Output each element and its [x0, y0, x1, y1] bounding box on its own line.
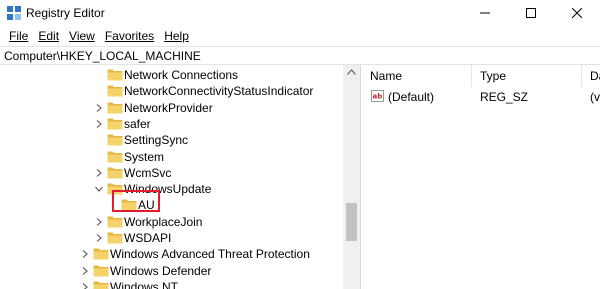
- menu-edit[interactable]: Edit: [33, 29, 64, 43]
- registry-editor-icon: [7, 6, 21, 20]
- chevron-right-icon[interactable]: [94, 217, 104, 227]
- folder-icon: [107, 134, 123, 146]
- chevron-down-icon[interactable]: [94, 184, 104, 194]
- tree-node[interactable]: Windows Defender: [0, 263, 343, 279]
- tree-node-label: Windows Advanced Threat Protection: [110, 247, 310, 262]
- address-bar[interactable]: Computer\HKEY_LOCAL_MACHINE: [0, 46, 600, 65]
- tree-node[interactable]: WindowsUpdate: [0, 181, 343, 197]
- tree-node-label: WSDAPI: [124, 231, 172, 245]
- folder-icon: [107, 85, 123, 97]
- menu-favorites[interactable]: Favorites: [100, 29, 159, 43]
- tree-node[interactable]: WorkplaceJoin: [0, 214, 343, 230]
- column-header-type-label: Type: [480, 69, 507, 83]
- value-type: REG_SZ: [480, 90, 529, 104]
- tree-node[interactable]: AU: [0, 197, 343, 213]
- folder-icon: [107, 232, 123, 244]
- minimize-icon: [480, 12, 490, 14]
- menu-edit-label: Edit: [38, 29, 60, 43]
- menu-view[interactable]: View: [64, 29, 100, 43]
- column-header-data[interactable]: Da: [582, 65, 600, 87]
- tree-node-label: safer: [124, 116, 151, 131]
- menu-file[interactable]: File: [4, 29, 33, 43]
- tree-node[interactable]: WcmSvc: [0, 165, 343, 181]
- column-header-type[interactable]: Type: [472, 65, 582, 87]
- chevron-right-icon[interactable]: [94, 103, 104, 113]
- tree-node-label: Windows Defender: [110, 263, 212, 278]
- tree-node-label: NetworkConnectivityStatusIndicator: [124, 84, 314, 99]
- minimize-button[interactable]: [462, 0, 508, 26]
- tree-node[interactable]: NetworkConnectivityStatusIndicator: [0, 83, 343, 99]
- tree-node-label: WcmSvc: [124, 165, 172, 180]
- value-name: (Default): [388, 90, 435, 104]
- chevron-right-icon[interactable]: [80, 266, 90, 276]
- column-header-data-label: Da: [590, 69, 600, 83]
- key-tree-pane[interactable]: Network Connections NetworkConnectivitySt…: [0, 65, 361, 289]
- chevron-right-icon[interactable]: [80, 282, 90, 289]
- scroll-thumb[interactable]: [346, 203, 357, 241]
- chevron-right-icon[interactable]: [94, 168, 104, 178]
- tree-scrollbar[interactable]: [343, 65, 360, 289]
- tree-node-label: Windows NT: [110, 279, 179, 289]
- menu-view-label: View: [69, 29, 95, 43]
- folder-icon: [107, 151, 123, 162]
- menu-file-label: File: [9, 29, 29, 43]
- string-value-icon: ab: [371, 90, 384, 102]
- values-pane[interactable]: Name Type Da ab (Default) REG_SZ (va: [362, 65, 600, 289]
- tree-node-label: Network Connections: [124, 68, 239, 82]
- tree-node[interactable]: System: [0, 149, 343, 165]
- chevron-right-icon[interactable]: [80, 249, 90, 259]
- scroll-up-icon[interactable]: [347, 69, 356, 75]
- folder-icon: [93, 281, 109, 289]
- title-bar: Registry Editor: [0, 0, 600, 26]
- tree-node[interactable]: SettingSync: [0, 132, 343, 148]
- chevron-right-icon[interactable]: [94, 233, 104, 243]
- tree-node[interactable]: Windows NT: [0, 279, 343, 289]
- maximize-icon: [526, 8, 536, 18]
- folder-icon: [107, 216, 123, 228]
- tree-node-label: WorkplaceJoin: [124, 214, 203, 229]
- folder-icon: [107, 102, 123, 114]
- tree-node[interactable]: safer: [0, 116, 343, 132]
- menu-bar: File Edit View Favorites Help: [0, 26, 600, 46]
- tree-node[interactable]: WSDAPI: [0, 230, 343, 246]
- maximize-button[interactable]: [508, 0, 554, 26]
- folder-icon: [93, 248, 109, 260]
- tree-node[interactable]: Network Connections: [0, 67, 343, 83]
- tree-node[interactable]: Windows Advanced Threat Protection: [0, 246, 343, 262]
- column-header-name[interactable]: Name: [362, 65, 472, 87]
- chevron-right-icon[interactable]: [94, 119, 104, 129]
- menu-help[interactable]: Help: [159, 29, 194, 43]
- menu-favorites-label: Favorites: [104, 29, 155, 43]
- tree-node-label: NetworkProvider: [124, 100, 213, 115]
- tree-node-label: SettingSync: [124, 133, 189, 148]
- folder-icon: [107, 167, 123, 179]
- value-data: (va: [590, 90, 600, 104]
- svg-text:ab: ab: [373, 93, 383, 101]
- tree-node-label: System: [124, 149, 165, 164]
- address-path[interactable]: Computer\HKEY_LOCAL_MACHINE: [4, 49, 201, 63]
- window-title: Registry Editor: [26, 6, 105, 20]
- menu-help-label: Help: [164, 29, 189, 43]
- folder-icon: [107, 118, 123, 130]
- folder-icon: [107, 69, 123, 81]
- column-header-name-label: Name: [370, 69, 403, 83]
- close-button[interactable]: [554, 0, 600, 26]
- value-row[interactable]: ab (Default) REG_SZ (va: [362, 87, 600, 105]
- close-icon: [572, 8, 582, 18]
- highlight-box: [112, 190, 160, 212]
- tree-node[interactable]: NetworkProvider: [0, 100, 343, 116]
- folder-icon: [93, 265, 109, 277]
